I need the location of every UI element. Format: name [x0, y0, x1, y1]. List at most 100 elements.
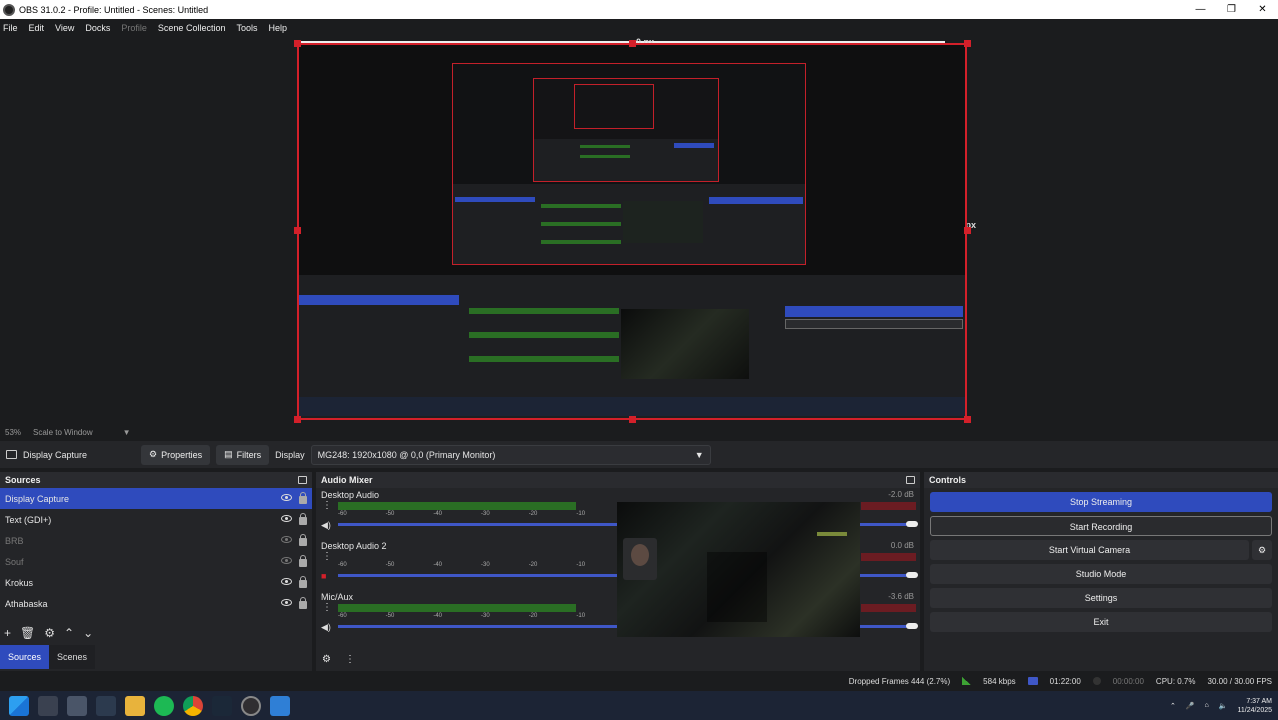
chrome-icon[interactable]: [183, 695, 203, 716]
menu-edit[interactable]: Edit: [29, 23, 45, 33]
channel-db: 0.0 dB: [890, 541, 914, 550]
preview-canvas[interactable]: [297, 43, 967, 420]
tick-label: -20: [528, 562, 538, 568]
stop-streaming-button[interactable]: Stop Streaming: [930, 492, 1272, 512]
arrow-down-icon[interactable]: ⌄: [83, 626, 93, 640]
resize-handle-tl[interactable]: [294, 40, 301, 47]
gear-icon[interactable]: ⚙: [322, 654, 331, 665]
volume-slider-handle[interactable]: [906, 521, 918, 527]
file-explorer-icon[interactable]: [125, 695, 145, 716]
more-menu-icon[interactable]: ⋮: [345, 654, 355, 665]
menu-profile[interactable]: Profile: [121, 23, 147, 33]
menu-help[interactable]: Help: [268, 23, 287, 33]
start-recording-button[interactable]: Start Recording: [930, 516, 1272, 536]
lock-icon[interactable]: [299, 575, 307, 588]
resize-handle-bl[interactable]: [294, 416, 301, 423]
start-virtual-camera-button[interactable]: Start Virtual Camera: [930, 540, 1249, 560]
microphone-icon[interactable]: 🎤: [1186, 702, 1195, 710]
add-icon[interactable]: +: [4, 626, 11, 640]
tick-label: -30: [481, 613, 490, 619]
signal-icon: [962, 677, 972, 685]
menu-scene-collection[interactable]: Scene Collection: [158, 23, 226, 33]
eye-hidden-icon[interactable]: [281, 535, 292, 543]
muted-speaker-icon[interactable]: ■: [321, 571, 326, 581]
more-menu-icon[interactable]: ⋮: [322, 500, 332, 511]
spotify-icon[interactable]: [154, 695, 174, 716]
source-item[interactable]: Display Capture: [0, 488, 312, 509]
source-item[interactable]: BRB: [0, 530, 312, 551]
tab-scenes[interactable]: Scenes: [49, 645, 96, 669]
level-meter: [338, 604, 576, 612]
volume-icon[interactable]: 🔈: [1219, 702, 1228, 710]
eye-icon[interactable]: [281, 577, 292, 585]
volume-slider-handle[interactable]: [906, 572, 918, 578]
filters-button[interactable]: ▤ Filters: [216, 444, 270, 465]
menu-file[interactable]: File: [3, 23, 18, 33]
resize-handle-b[interactable]: [629, 416, 636, 423]
speaker-icon[interactable]: ◀): [321, 622, 331, 633]
virtual-camera-settings-button[interactable]: ⚙: [1252, 540, 1272, 560]
chevron-up-icon[interactable]: ⌃: [1170, 702, 1176, 710]
network-icon[interactable]: ⌂: [1205, 702, 1209, 709]
sources-dock: Sources Display Capture Text (GDI+) BRB …: [0, 472, 312, 671]
tab-sources[interactable]: Sources: [0, 645, 50, 669]
source-item[interactable]: Souf: [0, 551, 312, 572]
resize-handle-r[interactable]: [964, 227, 971, 234]
tick-label: -60: [338, 562, 347, 568]
channel-db: -2.0 dB: [888, 490, 914, 499]
menu-view[interactable]: View: [55, 23, 74, 33]
close-button[interactable]: ✕: [1247, 0, 1278, 19]
eye-hidden-icon[interactable]: [281, 556, 292, 564]
obs-icon[interactable]: [241, 695, 261, 716]
menu-tools[interactable]: Tools: [236, 23, 257, 33]
resize-handle-t[interactable]: [629, 40, 636, 47]
settings-button[interactable]: Settings: [930, 588, 1272, 608]
lock-icon[interactable]: [299, 596, 307, 609]
clock[interactable]: 7:37 AM 11/24/2025: [1237, 697, 1272, 715]
app-icon[interactable]: [96, 695, 116, 716]
search-icon[interactable]: [38, 695, 58, 716]
preview-area[interactable]: 0 px 2 px: [0, 36, 1278, 424]
taskbar: ⌃ 🎤 ⌂ 🔈 7:37 AM 11/24/2025: [0, 691, 1278, 720]
exit-button[interactable]: Exit: [930, 612, 1272, 632]
chevron-down-icon[interactable]: ▼: [123, 428, 131, 437]
photos-icon[interactable]: [270, 695, 290, 716]
windows-start-icon[interactable]: [9, 695, 29, 716]
bitrate: 584 kbps: [983, 676, 1016, 686]
more-menu-icon[interactable]: ⋮: [322, 602, 332, 613]
trash-icon[interactable]: 🗑: [20, 626, 35, 640]
menu-docks[interactable]: Docks: [85, 23, 110, 33]
undock-icon[interactable]: [906, 476, 915, 484]
resize-handle-l[interactable]: [294, 227, 301, 234]
speaker-icon[interactable]: ◀): [321, 520, 331, 531]
minimize-button[interactable]: —: [1185, 0, 1216, 19]
resize-handle-br[interactable]: [964, 416, 971, 423]
gear-icon[interactable]: ⚙: [44, 626, 55, 640]
undock-icon[interactable]: [298, 476, 307, 484]
chevron-down-icon: ▼: [694, 449, 704, 460]
tick-label: -10: [576, 511, 586, 517]
more-menu-icon[interactable]: ⋮: [322, 551, 332, 562]
eye-icon[interactable]: [281, 598, 292, 606]
lock-icon[interactable]: [299, 491, 307, 504]
source-item[interactable]: Text (GDI+): [0, 509, 312, 530]
resize-handle-tr[interactable]: [964, 40, 971, 47]
steam-icon[interactable]: [212, 695, 232, 716]
lock-icon[interactable]: [299, 512, 307, 525]
display-select[interactable]: MG248: 1920x1080 @ 0,0 (Primary Monitor)…: [310, 444, 711, 465]
volume-slider-handle[interactable]: [906, 623, 918, 629]
source-item[interactable]: Krokus: [0, 572, 312, 593]
record-time: 00:00:00: [1112, 676, 1144, 686]
channel-name: Desktop Audio 2: [321, 541, 387, 551]
eye-icon[interactable]: [281, 514, 292, 522]
source-item[interactable]: Athabaska: [0, 593, 312, 614]
lock-icon[interactable]: [299, 554, 307, 567]
maximize-button[interactable]: ❐: [1216, 0, 1247, 19]
scale-mode-select[interactable]: Scale to Window: [33, 428, 93, 437]
lock-icon[interactable]: [299, 533, 307, 546]
studio-mode-button[interactable]: Studio Mode: [930, 564, 1272, 584]
eye-icon[interactable]: [281, 493, 292, 501]
task-view-icon[interactable]: [67, 695, 87, 716]
arrow-up-icon[interactable]: ⌃: [64, 626, 74, 640]
properties-button[interactable]: ⚙ Properties: [141, 444, 211, 465]
